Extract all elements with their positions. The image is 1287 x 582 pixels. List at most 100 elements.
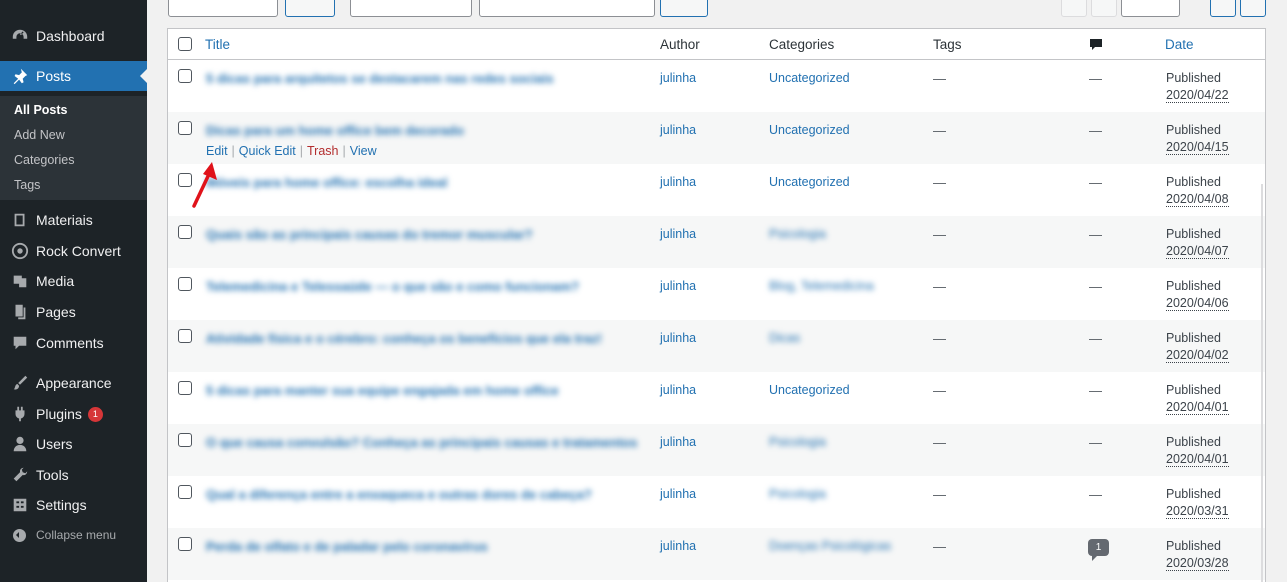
first-page-button[interactable]	[1061, 0, 1087, 17]
post-title-link[interactable]: Perda de olfato e de paladar pelo corona…	[206, 539, 488, 554]
post-author-link[interactable]: julinha	[660, 71, 696, 85]
post-author-link[interactable]: julinha	[660, 123, 696, 137]
row-checkbox[interactable]	[178, 277, 192, 291]
submenu-categories[interactable]: Categories	[14, 153, 74, 167]
submenu-tags[interactable]: Tags	[14, 178, 40, 192]
post-tags: —	[933, 331, 946, 346]
comment-count-bubble[interactable]: 1	[1088, 539, 1109, 561]
row-checkbox[interactable]	[178, 329, 192, 343]
post-category-link[interactable]: Psicologia	[769, 487, 826, 501]
column-header-comments[interactable]	[1089, 29, 1103, 60]
sidebar-item-users[interactable]: Users	[0, 429, 147, 459]
quick-edit-link[interactable]: Quick Edit	[239, 144, 296, 158]
post-author-link[interactable]: julinha	[660, 383, 696, 397]
select-all-checkbox[interactable]	[178, 37, 192, 51]
post-tags: —	[933, 71, 946, 86]
collapse-menu-button[interactable]: Collapse menu	[0, 524, 147, 546]
book-icon	[10, 210, 30, 230]
post-category-link[interactable]: Doenças Psicológicas	[769, 539, 891, 553]
post-date: 2020/04/02	[1166, 348, 1229, 363]
post-author-link[interactable]: julinha	[660, 487, 696, 501]
post-comment-count: —	[1089, 279, 1102, 294]
post-category-link[interactable]: Uncategorized	[769, 71, 850, 85]
post-category-link[interactable]: Psicologia	[769, 435, 826, 449]
submenu-all-posts[interactable]: All Posts	[14, 103, 68, 117]
sidebar-item-label: Dashboard	[36, 28, 105, 44]
row-checkbox[interactable]	[178, 485, 192, 499]
post-author-link[interactable]: julinha	[660, 279, 696, 293]
sidebar-item-pages[interactable]: Pages	[0, 297, 147, 327]
post-category-link[interactable]: Blog, Telemedicina	[769, 279, 874, 293]
page-scrollbar[interactable]	[1261, 184, 1263, 582]
table-row: Telemedicina e Telessaúde — o que são e …	[168, 268, 1265, 320]
category-filter-select[interactable]	[479, 0, 655, 17]
post-date: 2020/04/08	[1166, 192, 1229, 207]
post-category-link[interactable]: Uncategorized	[769, 175, 850, 189]
brush-icon	[10, 373, 30, 393]
sidebar-item-plugins[interactable]: Plugins 1	[0, 399, 147, 429]
sidebar-item-label: Settings	[36, 497, 87, 513]
row-checkbox[interactable]	[178, 381, 192, 395]
post-tags: —	[933, 383, 946, 398]
post-title-link[interactable]: 5 dicas para arquitetos se destacarem na…	[206, 71, 554, 86]
row-checkbox[interactable]	[178, 69, 192, 83]
sidebar-item-label: Comments	[36, 335, 104, 351]
post-author-link[interactable]: julinha	[660, 175, 696, 189]
submenu-add-new[interactable]: Add New	[14, 128, 65, 142]
post-tags: —	[933, 487, 946, 502]
post-title-link[interactable]: Telemedicina e Telessaúde — o que são e …	[206, 279, 579, 294]
post-title-link[interactable]: Quais são as principais causas do tremor…	[206, 227, 533, 242]
posts-submenu: All Posts Add New Categories Tags	[0, 96, 147, 200]
post-category-link[interactable]: Uncategorized	[769, 383, 850, 397]
post-author-link[interactable]: julinha	[660, 539, 696, 553]
column-header-title[interactable]: Title	[205, 29, 230, 60]
post-title-link[interactable]: O que causa convulsão? Conheça as princi…	[206, 435, 637, 450]
edit-link[interactable]: Edit	[206, 144, 228, 158]
row-checkbox[interactable]	[178, 225, 192, 239]
post-category-link[interactable]: Dicas	[769, 331, 800, 345]
row-checkbox[interactable]	[178, 121, 192, 135]
last-page-button[interactable]	[1240, 0, 1266, 17]
sidebar-item-appearance[interactable]: Appearance	[0, 368, 147, 398]
post-title-link[interactable]: Móveis para home office: escolha ideal	[206, 175, 447, 190]
action-separator: |	[299, 144, 304, 158]
sidebar-item-media[interactable]: Media	[0, 266, 147, 296]
sidebar-item-comments[interactable]: Comments	[0, 328, 147, 358]
column-header-date[interactable]: Date	[1165, 29, 1194, 60]
prev-page-button[interactable]	[1091, 0, 1117, 17]
post-author-link[interactable]: julinha	[660, 435, 696, 449]
table-row: Atividade física e o cérebro: conheça os…	[168, 320, 1265, 372]
filter-button[interactable]	[660, 0, 708, 17]
trash-link[interactable]: Trash	[307, 144, 339, 158]
sidebar-item-posts[interactable]: Posts	[0, 61, 147, 91]
pages-icon	[10, 302, 30, 322]
post-title-link[interactable]: Qual a diferença entre a enxaqueca e out…	[206, 487, 592, 502]
post-title-link[interactable]: Dicas para um home office bem decorado	[206, 123, 464, 138]
post-date: 2020/04/07	[1166, 244, 1229, 259]
sidebar-item-settings[interactable]: Settings	[0, 490, 147, 520]
row-checkbox[interactable]	[178, 433, 192, 447]
post-tags: —	[933, 227, 946, 242]
apply-button[interactable]	[285, 0, 335, 17]
view-link[interactable]: View	[350, 144, 377, 158]
sidebar-item-dashboard[interactable]: Dashboard	[0, 21, 147, 51]
date-filter-select[interactable]	[350, 0, 472, 17]
post-category-link[interactable]: Psicologia	[769, 227, 826, 241]
next-page-button[interactable]	[1210, 0, 1236, 17]
table-row: Perda de olfato e de paladar pelo corona…	[168, 528, 1265, 580]
sidebar-item-rock-convert[interactable]: Rock Convert	[0, 236, 147, 266]
row-checkbox[interactable]	[178, 537, 192, 551]
sidebar-item-tools[interactable]: Tools	[0, 460, 147, 490]
row-checkbox[interactable]	[178, 173, 192, 187]
post-author-link[interactable]: julinha	[660, 227, 696, 241]
post-category-link[interactable]: Uncategorized	[769, 123, 850, 137]
post-comment-count: —	[1089, 487, 1102, 502]
bulk-actions-select[interactable]	[168, 0, 278, 17]
post-title-link[interactable]: 5 dicas para manter sua equipe engajada …	[206, 383, 559, 398]
sidebar-item-label: Materiais	[36, 212, 93, 228]
table-row: Dicas para um home office bem decorado Ed…	[168, 112, 1265, 164]
page-number-input[interactable]	[1121, 0, 1180, 17]
post-author-link[interactable]: julinha	[660, 331, 696, 345]
sidebar-item-materiais[interactable]: Materiais	[0, 205, 147, 235]
post-title-link[interactable]: Atividade física e o cérebro: conheça os…	[206, 331, 602, 346]
